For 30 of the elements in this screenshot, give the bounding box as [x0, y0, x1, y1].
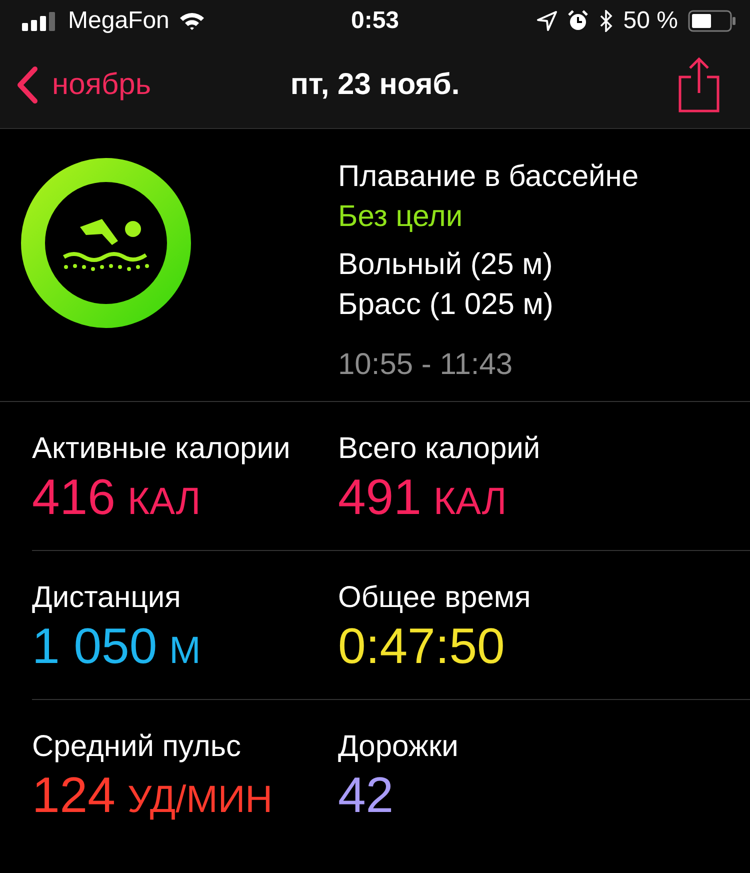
metric-value: 42	[338, 766, 394, 824]
nav-title: пт, 23 нояб.	[290, 68, 460, 102]
back-chevron-icon	[16, 66, 38, 104]
wifi-icon	[179, 11, 206, 31]
share-icon[interactable]	[678, 57, 720, 113]
workout-goal: Без цели	[338, 199, 464, 235]
metric-value: 1 050 М	[32, 617, 201, 676]
battery-icon	[688, 10, 736, 32]
metric-value: 124 УД/МИН	[32, 766, 273, 825]
metric-value: 491 КАЛ	[338, 468, 507, 527]
stroke-distance: Брасс (1 025 м)	[338, 287, 554, 323]
workout-name: Плавание в бассейне	[338, 159, 639, 195]
metric-value: 0:47:50	[338, 617, 505, 675]
workout-time-range: 10:55 - 11:43	[338, 347, 514, 383]
carrier-name: MegaFon	[68, 7, 170, 35]
metric-label: Общее время	[338, 580, 531, 616]
signal-icon	[22, 11, 58, 31]
metric-label: Дистанция	[32, 580, 181, 616]
location-arrow-icon	[537, 11, 558, 31]
alarm-clock-icon	[567, 10, 590, 32]
status-time: 0:53	[350, 7, 400, 35]
back-button[interactable]: ноябрь	[16, 66, 151, 104]
metric-label: Всего калорий	[338, 431, 540, 467]
metric-value: 416 КАЛ	[32, 468, 201, 527]
stroke-distance: Вольный (25 м)	[338, 247, 554, 283]
battery-percent: 50 %	[623, 7, 678, 35]
metric-label: Активные калории	[32, 431, 290, 467]
metric-label: Дорожки	[338, 729, 458, 765]
metric-label: Средний пульс	[32, 729, 242, 765]
bluetooth-icon	[599, 10, 614, 32]
